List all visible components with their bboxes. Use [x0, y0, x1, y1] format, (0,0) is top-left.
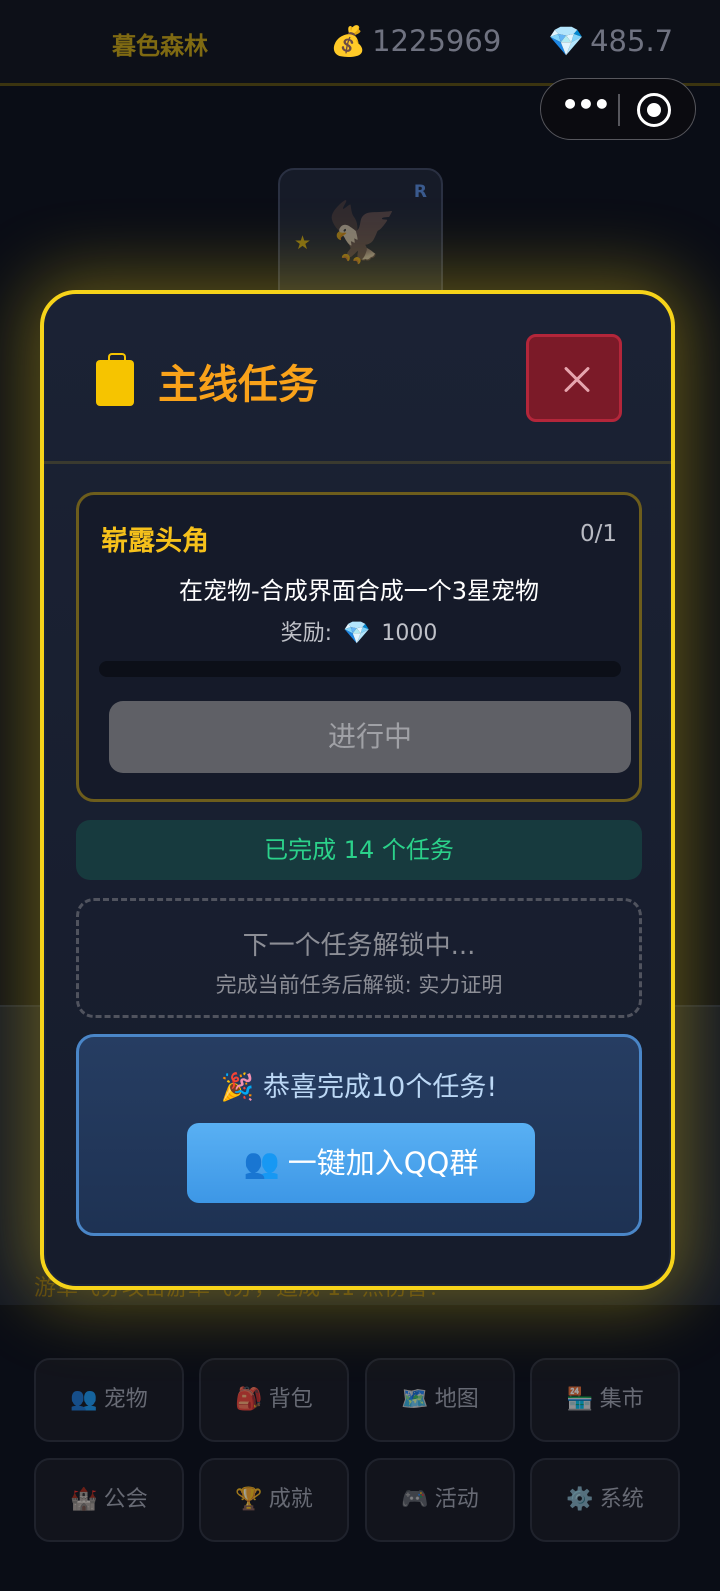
nav-bag-button[interactable]: 🎒 背包 [199, 1358, 349, 1442]
dialog-header: 主线任务 [44, 294, 671, 464]
nav-map-button[interactable]: 🗺️ 地图 [365, 1358, 515, 1442]
nav-system-button[interactable]: ⚙️ 系统 [530, 1458, 680, 1542]
task-progress-bar [99, 661, 621, 677]
money-bag-icon: 💰 [330, 24, 367, 58]
gem-counter: 💎 485.7 [548, 24, 673, 59]
locked-task-subtitle: 完成当前任务后解锁: 实力证明 [215, 973, 503, 997]
gold-amount: 1225969 [372, 24, 502, 58]
people-icon: 👥 [70, 1387, 98, 1412]
nav-label: 公会 [103, 1487, 148, 1512]
task-progress-count: 0/1 [579, 521, 617, 547]
dialog-title: 主线任务 [158, 362, 318, 408]
reward-label: 奖励: [280, 621, 332, 646]
main-quest-dialog: 主线任务 崭露头角 0/1 在宠物-合成界面合成一个3星宠物 奖励: 💎 100… [40, 290, 675, 1290]
nav-achievements-button[interactable]: 🏆 成就 [199, 1458, 349, 1542]
locked-task-title: 下一个任务解锁中... [242, 931, 476, 961]
close-dialog-button[interactable] [526, 334, 622, 422]
more-options-button[interactable]: ••• [559, 91, 611, 124]
gear-icon: ⚙️ [566, 1487, 594, 1512]
task-name: 崭露头角 [101, 526, 209, 557]
diamond-icon: 💎 [343, 621, 371, 646]
milestone-reward-card: 🎉 恭喜完成10个任务! 👥 一键加入QQ群 [76, 1034, 642, 1236]
task-description: 在宠物-合成界面合成一个3星宠物 [179, 577, 539, 605]
join-qq-group-button[interactable]: 👥 一键加入QQ群 [187, 1123, 535, 1203]
nav-label: 宠物 [103, 1387, 148, 1412]
nav-label: 集市 [599, 1387, 644, 1412]
eagle-icon: 🦅 [326, 198, 399, 266]
nav-label: 地图 [434, 1387, 479, 1412]
trophy-icon: 🏆 [235, 1487, 263, 1512]
milestone-title: 🎉 恭喜完成10个任务! [220, 1072, 498, 1103]
top-status-bar: 暮色森林 💰 1225969 💎 485.7 [0, 0, 720, 86]
nav-label: 活动 [434, 1487, 479, 1512]
nav-pets-button[interactable]: 👥 宠物 [34, 1358, 184, 1442]
task-status-button[interactable]: 进行中 [109, 701, 631, 773]
nav-guild-button[interactable]: 🏰 公会 [34, 1458, 184, 1542]
task-reward: 奖励: 💎 1000 [79, 615, 639, 647]
nav-events-button[interactable]: 🎮 活动 [365, 1458, 515, 1542]
capsule-divider [618, 94, 620, 126]
gold-counter: 💰 1225969 [330, 24, 501, 59]
nav-label: 成就 [268, 1487, 313, 1512]
pet-star-icon: ★ [294, 232, 312, 254]
pet-rarity-badge: R [413, 182, 427, 202]
map-name: 暮色森林 [112, 32, 208, 60]
nav-label: 系统 [599, 1487, 644, 1512]
map-icon: 🗺️ [401, 1387, 429, 1412]
miniprogram-capsule: ••• [540, 78, 696, 140]
clipboard-icon [96, 353, 134, 406]
locked-next-task-card: 下一个任务解锁中... 完成当前任务后解锁: 实力证明 [76, 898, 642, 1018]
join-qq-group-label: 一键加入QQ群 [287, 1146, 479, 1180]
nav-market-button[interactable]: 🏪 集市 [530, 1358, 680, 1442]
close-miniprogram-icon[interactable] [637, 93, 671, 127]
gamepad-icon: 🎮 [401, 1487, 429, 1512]
shop-icon: 🏪 [566, 1387, 594, 1412]
current-task-card: 崭露头角 0/1 在宠物-合成界面合成一个3星宠物 奖励: 💎 1000 进行中 [76, 492, 642, 802]
group-icon: 👥 [243, 1146, 280, 1180]
backpack-icon: 🎒 [235, 1387, 263, 1412]
reward-amount: 1000 [381, 621, 438, 646]
completed-tasks-banner: 已完成 14 个任务 [76, 820, 642, 880]
diamond-icon: 💎 [548, 24, 585, 58]
nav-label: 背包 [268, 1387, 313, 1412]
gem-amount: 485.7 [590, 24, 674, 58]
castle-icon: 🏰 [70, 1487, 98, 1512]
